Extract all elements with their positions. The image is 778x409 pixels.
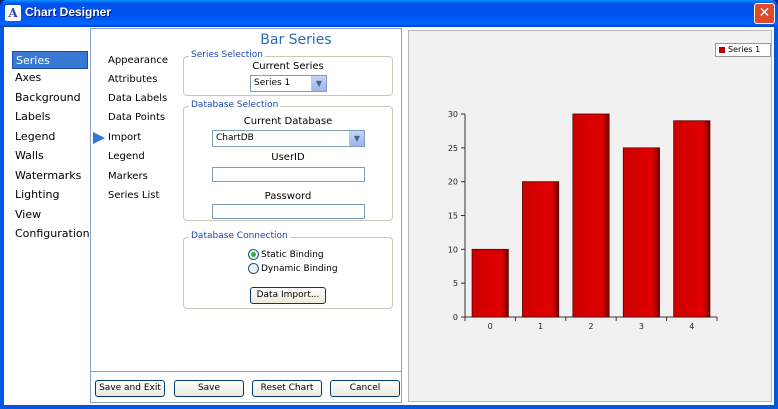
save-and-exit-button[interactable]: Save and Exit (95, 380, 165, 397)
static-binding-option[interactable]: Static Binding (248, 249, 324, 260)
chevron-down-icon[interactable]: ▼ (349, 131, 364, 146)
current-database-select[interactable]: ChartDB ▼ (212, 130, 365, 147)
dynamic-binding-option[interactable]: Dynamic Binding (248, 263, 338, 274)
password-input[interactable] (212, 204, 365, 219)
database-selection-legend: Database Selection (189, 100, 281, 110)
radio-checked-icon[interactable] (248, 249, 259, 260)
bar (673, 120, 711, 318)
panel-title: Bar Series (260, 32, 332, 48)
app-logo-icon: A (5, 5, 21, 21)
database-connection-group: Database Connection Static Binding Dynam… (183, 231, 393, 309)
title-bar[interactable]: A Chart Designer ✕ (0, 0, 778, 27)
sub-item-appearance[interactable]: Appearance (108, 55, 168, 66)
sub-item-legend[interactable]: Legend (108, 151, 145, 162)
radio-unchecked-icon[interactable] (248, 263, 259, 274)
nav-item-background[interactable]: Background (12, 89, 88, 107)
y-tick-label: 10 (448, 245, 458, 254)
x-tick-label: 1 (538, 322, 543, 331)
sub-item-data-points[interactable]: Data Points (108, 112, 165, 123)
y-tick-label: 30 (448, 110, 458, 119)
bar (522, 181, 560, 318)
chart-designer-window: A Chart Designer ✕ Series Axes Backgroun… (0, 0, 778, 409)
category-nav: Series Axes Background Labels Legend Wal… (6, 27, 90, 403)
chart-legend: Series 1 (715, 43, 771, 57)
y-tick-label: 5 (453, 279, 458, 288)
nav-item-lighting[interactable]: Lighting (12, 186, 88, 204)
bar (471, 248, 509, 318)
static-binding-label: Static Binding (261, 250, 324, 260)
x-tick-label: 3 (639, 322, 644, 331)
reset-chart-button[interactable]: Reset Chart (252, 380, 322, 397)
nav-item-watermarks[interactable]: Watermarks (12, 167, 88, 185)
nav-item-configuration[interactable]: Configuration (12, 225, 90, 243)
save-button[interactable]: Save (174, 380, 244, 397)
nav-item-legend[interactable]: Legend (12, 128, 88, 146)
current-series-value: Series 1 (254, 78, 291, 88)
series-selection-group: Series Selection Current Series Series 1… (183, 50, 393, 96)
current-series-select[interactable]: Series 1 ▼ (250, 75, 327, 92)
sub-item-series-list[interactable]: Series List (108, 190, 159, 201)
database-selection-group: Database Selection Current Database Char… (183, 100, 393, 221)
database-connection-legend: Database Connection (189, 231, 290, 241)
legend-entry: Series 1 (728, 45, 761, 54)
userid-label: UserID (271, 152, 305, 163)
series-selection-legend: Series Selection (189, 50, 266, 60)
current-database-value: ChartDB (216, 133, 254, 143)
nav-item-labels[interactable]: Labels (12, 108, 88, 126)
password-label: Password (264, 191, 312, 202)
action-button-bar: Save and Exit Save Reset Chart Cancel (91, 371, 401, 403)
bar (622, 147, 660, 318)
data-import-button[interactable]: Data Import... (250, 287, 326, 304)
current-database-label: Current Database (243, 116, 333, 127)
current-series-label: Current Series (252, 61, 324, 72)
dialog-body: Series Axes Background Labels Legend Wal… (4, 27, 774, 405)
userid-input[interactable] (212, 167, 365, 182)
sub-item-attributes[interactable]: Attributes (108, 74, 157, 85)
series-settings-panel: Appearance Attributes Data Labels Data P… (90, 28, 402, 403)
chart-preview: Series 1 0 5 10 15 20 25 30 0 1 2 3 4 (408, 30, 772, 402)
bar-chart: 0 5 10 15 20 25 30 0 1 2 3 4 (448, 110, 718, 331)
sub-item-markers[interactable]: Markers (108, 171, 148, 182)
y-tick-label: 25 (448, 144, 458, 153)
nav-item-view[interactable]: View (12, 206, 88, 224)
nav-item-axes[interactable]: Axes (12, 69, 88, 87)
nav-item-walls[interactable]: Walls (12, 147, 88, 165)
chevron-down-icon[interactable]: ▼ (311, 76, 326, 91)
bar (572, 113, 610, 318)
current-item-arrow-icon (93, 132, 105, 144)
cancel-button[interactable]: Cancel (330, 380, 400, 397)
y-tick-label: 0 (453, 313, 458, 322)
y-tick-label: 15 (448, 212, 458, 221)
close-button[interactable]: ✕ (754, 3, 775, 24)
x-tick-label: 2 (588, 322, 593, 331)
sub-item-data-labels[interactable]: Data Labels (108, 93, 167, 104)
x-tick-label: 0 (488, 322, 493, 331)
dynamic-binding-label: Dynamic Binding (261, 264, 338, 274)
sub-item-import[interactable]: Import (108, 132, 141, 143)
legend-swatch (719, 47, 725, 53)
y-tick-label: 20 (448, 178, 458, 187)
window-title: Chart Designer (25, 5, 112, 19)
x-tick-label: 4 (689, 322, 694, 331)
nav-item-series[interactable]: Series (12, 51, 88, 69)
